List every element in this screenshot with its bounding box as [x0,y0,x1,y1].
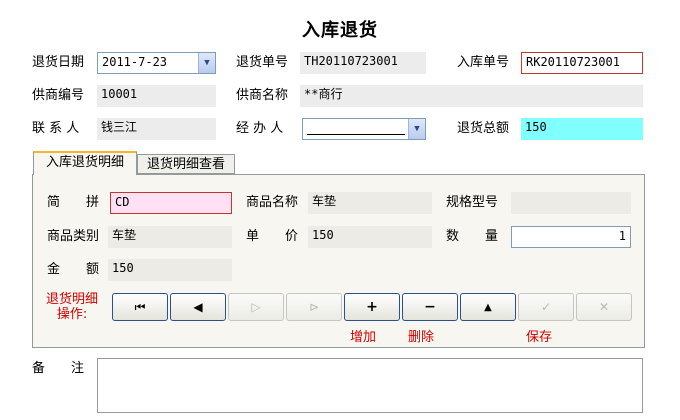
chevron-down-icon[interactable]: ▼ [408,119,425,139]
tab-return-detail[interactable]: 入库退货明细 [33,151,137,175]
total-label: 退货总额 [457,121,510,136]
quantity-field[interactable]: 1 [511,226,631,248]
unit-price-label: 单 价 [246,229,299,244]
handler-select[interactable]: ▼ [302,118,426,140]
return-no-field[interactable]: TH20110723001 [300,52,426,74]
return-date-label: 退货日期 [32,55,85,70]
handler-underline [307,134,405,135]
add-button[interactable]: + [344,293,400,321]
x-icon: ✕ [598,300,610,314]
operations-label: 退货明细 操作: [46,292,98,322]
pinyin-field[interactable]: CD [110,192,232,214]
storage-no-field[interactable]: RK20110723001 [521,52,643,74]
up-triangle-icon: ▲ [484,301,492,313]
storage-no-label: 入库单号 [457,55,510,70]
last-record-button[interactable]: ⊳ [286,293,342,321]
supplier-code-label: 供商编号 [32,88,85,103]
amount-label: 金 额 [47,262,100,277]
contact-field[interactable]: 钱三江 [97,118,216,140]
quantity-label: 数 量 [446,229,499,244]
save-caption: 保存 [526,330,553,345]
operations-label-line1: 退货明细 [46,292,99,307]
check-icon: ✓ [540,300,552,314]
return-no-label: 退货单号 [236,55,289,70]
notes-textarea[interactable] [97,358,643,413]
amount-field[interactable]: 150 [108,259,232,281]
handler-label: 经 办 人 [236,121,284,136]
spec-field[interactable] [511,192,631,214]
operations-label-line2: 操作: [56,307,88,322]
next-record-button[interactable]: ▷ [228,293,284,321]
contact-label: 联 系 人 [32,121,80,136]
plus-icon: + [366,299,378,315]
first-record-icon: ⏮ [134,299,146,314]
unit-price-field[interactable]: 150 [308,226,432,248]
tab-return-detail-view[interactable]: 退货明细查看 [137,154,235,174]
prev-record-icon: ◀ [193,300,203,314]
product-name-field[interactable]: 车垫 [308,192,432,214]
supplier-name-field[interactable]: **商行 [300,85,643,107]
next-record-icon: ▷ [251,300,261,314]
delete-caption: 删除 [408,330,435,345]
first-record-button[interactable]: ⏮ [112,293,168,321]
pinyin-label: 简 拼 [47,195,100,210]
delete-button[interactable]: − [402,293,458,321]
spec-label: 规格型号 [446,195,499,210]
save-button[interactable]: ✓ [518,293,574,321]
product-name-label: 商品名称 [246,195,299,210]
last-record-icon: ⊳ [308,300,320,314]
add-caption: 增加 [350,330,377,345]
chevron-down-icon[interactable]: ▼ [198,53,215,73]
total-field[interactable]: 150 [521,118,643,140]
minus-icon: − [424,299,436,315]
window-title: 入库退货 [302,20,378,41]
category-label: 商品类别 [47,229,100,244]
return-date-field[interactable]: 2011-7-23 ▼ [97,52,216,74]
supplier-code-field[interactable]: 10001 [97,85,216,107]
edit-button[interactable]: ▲ [460,293,516,321]
cancel-button[interactable]: ✕ [576,293,632,321]
category-field[interactable]: 车垫 [108,226,232,248]
return-date-value: 2011-7-23 [102,55,168,69]
prev-record-button[interactable]: ◀ [170,293,226,321]
notes-label: 备 注 [32,361,85,376]
supplier-name-label: 供商名称 [236,88,289,103]
